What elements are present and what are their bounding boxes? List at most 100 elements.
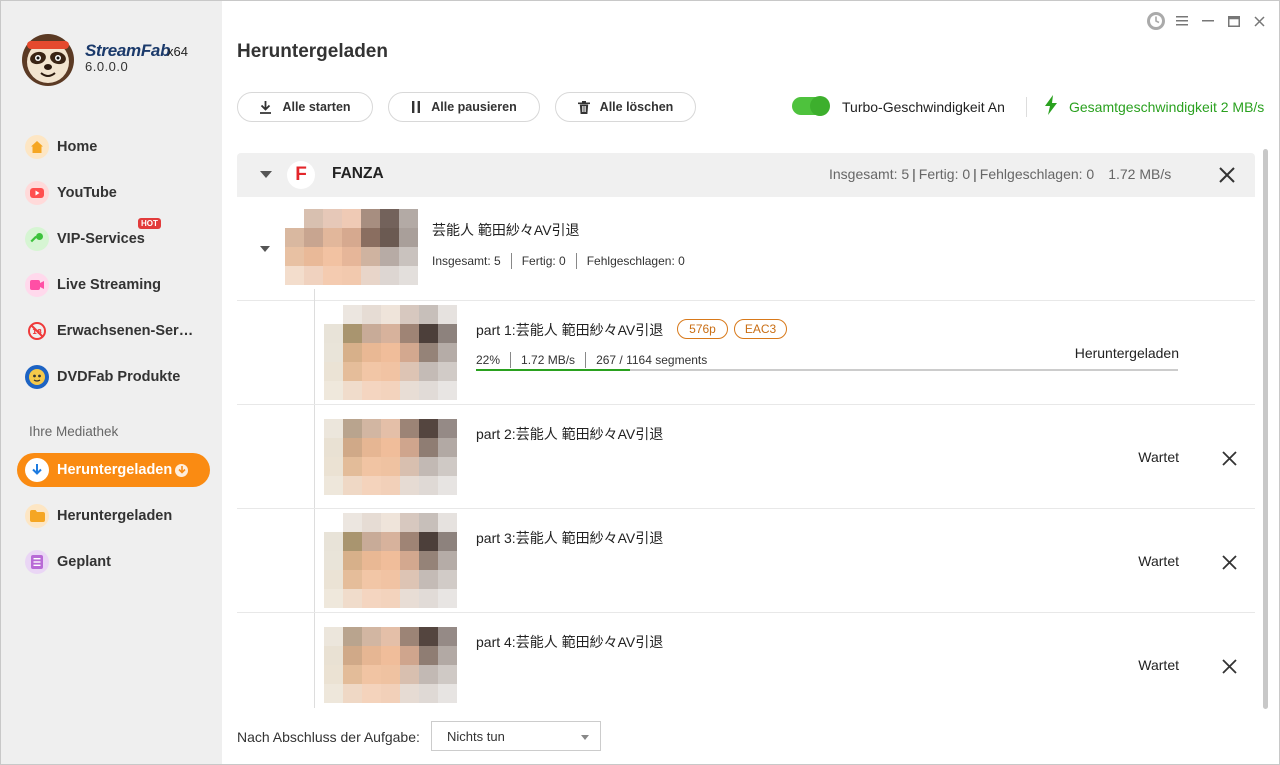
sidebar-item-label: Home <box>57 139 98 155</box>
progress-speed: 1.72 MB/s <box>521 353 576 367</box>
close-group-icon[interactable] <box>1217 165 1237 185</box>
progress-fill <box>476 369 631 371</box>
subgroup-failed: Fehlgeschlagen: 0 <box>586 254 685 268</box>
after-task-label: Nach Abschluss der Aufgabe: <box>237 729 420 745</box>
sidebar-item-label: Heruntergeladen <box>57 508 173 524</box>
group-failed: Fehlgeschlagen: 0 <box>979 166 1095 182</box>
subgroup-stats: Insgesamt: 5 Fertig: 0 Fehlgeschlagen: 0 <box>432 253 685 269</box>
part-row: part 1:芸能人 範田紗々AV引退 576p EAC3 22% 1.72 MB… <box>237 301 1255 405</box>
fanza-logo-icon: F <box>287 161 315 189</box>
remove-part-icon[interactable] <box>1220 449 1238 467</box>
subgroup-done: Fertig: 0 <box>521 254 566 268</box>
turbo-toggle[interactable] <box>792 96 830 116</box>
progress-percent: 22% <box>476 353 501 367</box>
home-icon <box>25 135 49 159</box>
sidebar-item-youtube[interactable]: YouTube <box>17 176 210 210</box>
minimize-icon[interactable] <box>1198 11 1218 31</box>
page-title: Heruntergeladen <box>237 41 388 62</box>
start-all-button[interactable]: Alle starten <box>237 92 373 122</box>
header-divider <box>1026 97 1027 117</box>
part-thumbnail <box>324 513 457 608</box>
start-all-label: Alle starten <box>282 100 351 114</box>
maximize-icon[interactable] <box>1224 11 1244 31</box>
folder-icon <box>25 504 49 528</box>
library-section-label: Ihre Mediathek <box>29 424 119 439</box>
adult-icon: 18 <box>25 319 49 343</box>
progress-segments: 267 / 1164 segments <box>596 353 708 367</box>
part-title: part 2:芸能人 範田紗々AV引退 <box>476 426 664 442</box>
sidebar-item-label: Live Streaming <box>57 277 161 293</box>
sidebar-item-label: VIP-Services <box>57 231 145 247</box>
youtube-icon <box>25 181 49 205</box>
delete-all-label: Alle löschen <box>599 100 674 114</box>
collapse-group-icon[interactable] <box>260 171 272 178</box>
part-title: part 1:芸能人 範田紗々AV引退 <box>476 322 664 338</box>
download-icon <box>25 458 49 482</box>
sidebar-item-label: Geplant <box>57 554 111 570</box>
part-title: part 3:芸能人 範田紗々AV引退 <box>476 530 664 546</box>
brand-name: StreamFab <box>85 41 171 60</box>
sidebar-item-downloading[interactable]: Heruntergeladen <box>17 453 210 487</box>
close-window-icon[interactable] <box>1249 11 1269 31</box>
sidebar-item-vip-services[interactable]: VIP-Services HOT <box>17 218 210 256</box>
group-total: Insgesamt: 5 <box>829 166 910 182</box>
app-window: StreamFab x64 6.0.0.0 Home YouTube VIP-S… <box>0 0 1280 765</box>
total-speed-label: Gesamtgeschwindigkeit 2 MB/s <box>1069 99 1265 115</box>
group-header: F FANZA Insgesamt: 5 | Fertig: 0 | Fehlgesch… <box>237 153 1255 197</box>
pause-icon <box>412 101 421 113</box>
main-panel: Heruntergeladen Alle starten Alle pausie… <box>222 1 1279 764</box>
lightning-icon <box>1044 95 1058 120</box>
after-task-select[interactable]: Nichts tun <box>431 721 601 751</box>
part-status: Wartet <box>1138 657 1179 673</box>
sidebar-item-dvdfab-products[interactable]: DVDFab Produkte <box>17 360 210 394</box>
remove-part-icon[interactable] <box>1220 657 1238 675</box>
sidebar-item-downloaded[interactable]: Heruntergeladen <box>17 499 210 533</box>
key-icon <box>25 227 49 251</box>
menu-icon[interactable] <box>1172 11 1192 31</box>
sidebar-item-label: DVDFab Produkte <box>57 369 181 385</box>
part-thumbnail <box>324 419 457 495</box>
subgroup-title: 芸能人 範田紗々AV引退 <box>432 222 580 238</box>
collapse-subgroup-icon[interactable] <box>260 246 270 252</box>
sidebar: StreamFab x64 6.0.0.0 Home YouTube VIP-S… <box>1 1 222 764</box>
download-list: F FANZA Insgesamt: 5 | Fertig: 0 | Fehlgesch… <box>237 153 1255 708</box>
part-thumbnail <box>324 305 457 400</box>
remove-part-icon[interactable] <box>1220 553 1238 571</box>
streamfab-logo-icon <box>19 31 77 87</box>
group-stats: Insgesamt: 5 | Fertig: 0 | Fehlgeschlagen: 0… <box>829 166 1172 182</box>
part-row: part 3:芸能人 範田紗々AV引退 Wartet <box>237 509 1255 613</box>
dvdfab-icon <box>25 365 49 389</box>
sidebar-item-adult-services[interactable]: 18 Erwachsenen-Ser… <box>17 314 210 348</box>
sidebar-item-live-streaming[interactable]: Live Streaming <box>17 268 210 302</box>
resolution-tag: 576p <box>677 319 728 339</box>
pause-all-label: Alle pausieren <box>431 100 517 114</box>
part-status: Wartet <box>1138 553 1179 569</box>
part-status: Heruntergeladen <box>1074 345 1179 361</box>
after-task-value: Nichts tun <box>447 728 505 744</box>
delete-all-button[interactable]: Alle löschen <box>555 92 696 122</box>
subgroup-total: Insgesamt: 5 <box>432 254 501 268</box>
audio-tag: EAC3 <box>734 319 787 339</box>
sidebar-item-label: Erwachsenen-Ser… <box>57 323 194 339</box>
group-done: Fertig: 0 <box>918 166 971 182</box>
sidebar-item-home[interactable]: Home <box>17 130 210 164</box>
group-speed: 1.72 MB/s <box>1108 166 1172 182</box>
download-badge-icon <box>175 463 189 477</box>
part-status: Wartet <box>1138 449 1179 465</box>
progress-bar <box>476 369 1178 371</box>
sidebar-item-label: Heruntergeladen <box>57 462 173 478</box>
list-scrollbar[interactable] <box>1263 149 1268 709</box>
part-row: part 4:芸能人 範田紗々AV引退 Wartet <box>237 613 1255 708</box>
version-label: 6.0.0.0 <box>85 59 129 74</box>
sidebar-item-scheduled[interactable]: Geplant <box>17 545 210 579</box>
pause-all-button[interactable]: Alle pausieren <box>388 92 540 122</box>
camera-icon <box>25 273 49 297</box>
group-name: FANZA <box>332 165 384 182</box>
history-icon[interactable] <box>1145 11 1167 31</box>
part-thumbnail <box>324 627 457 703</box>
hot-badge: HOT <box>138 218 161 229</box>
turbo-label: Turbo-Geschwindigkeit An <box>842 99 1005 115</box>
subgroup-thumbnail <box>285 209 418 285</box>
sidebar-item-label: YouTube <box>57 185 117 201</box>
subgroup-row: 芸能人 範田紗々AV引退 Insgesamt: 5 Fertig: 0 Fehlge… <box>237 197 1255 301</box>
